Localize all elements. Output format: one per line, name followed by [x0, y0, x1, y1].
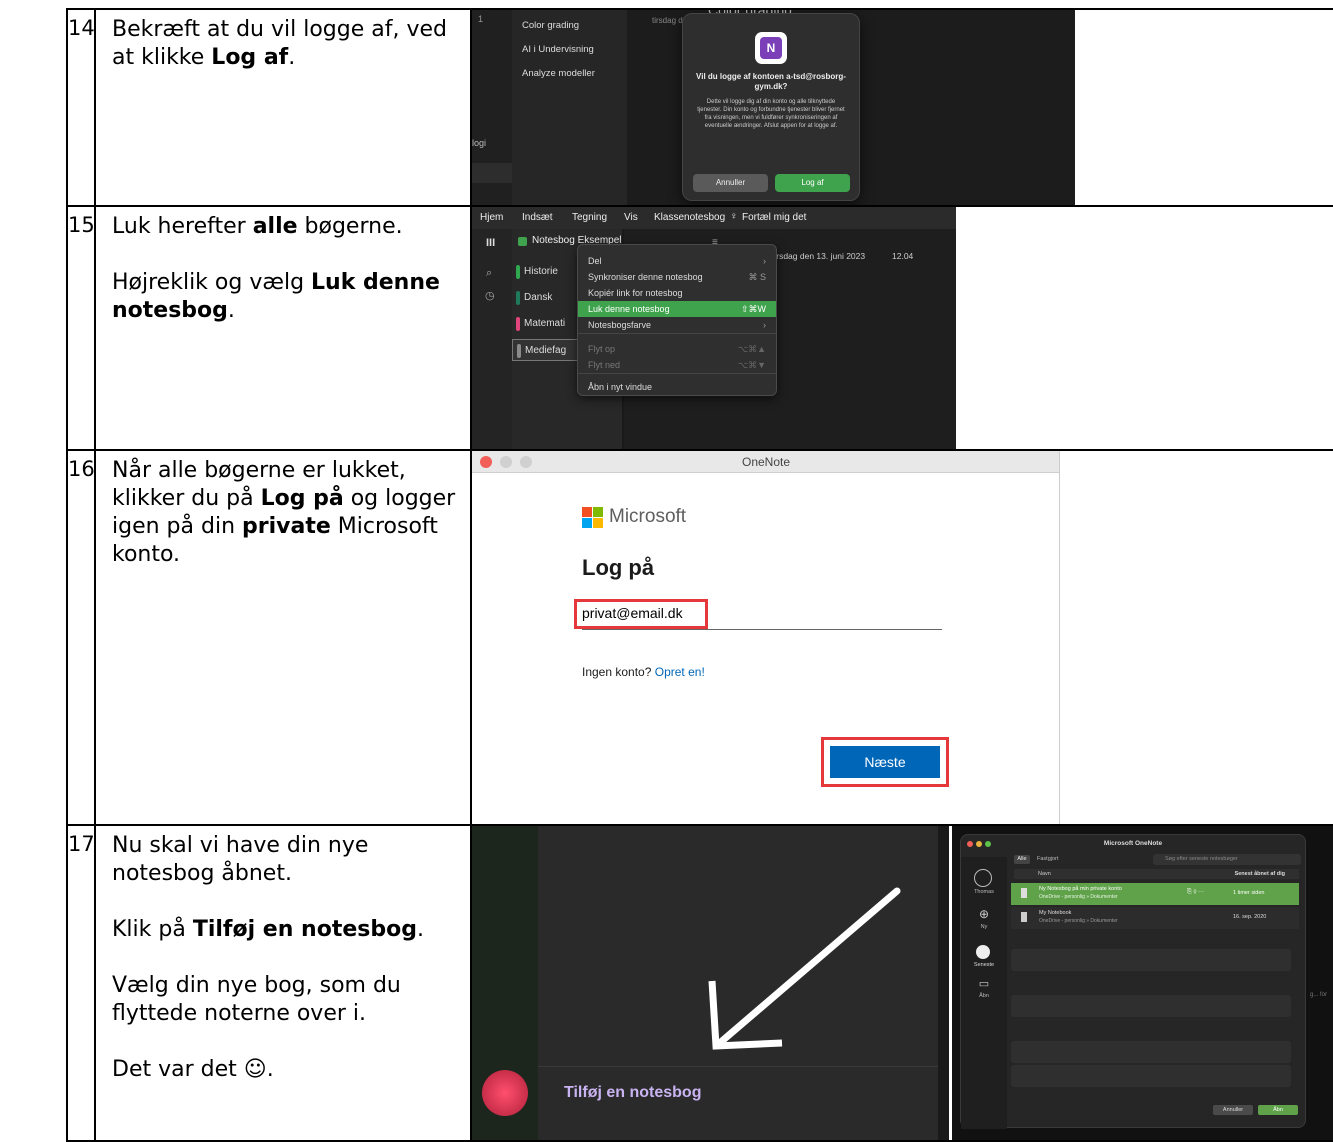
onenote-window: Microsoft OneNote Thomas ⊕ Ny Seneste ▭ … — [960, 834, 1306, 1129]
logout-dialog: N Vil du logge af kontoen a-tsd@rosborg-… — [682, 13, 860, 201]
section-list: Color grading AI i Undervisning Analyze … — [512, 10, 627, 205]
side-fragment: g... for — [1310, 992, 1328, 998]
account-avatar[interactable] — [482, 1070, 528, 1116]
ribbon: Hjem Indsæt Tegning Vis Klassenotesbog ♀… — [472, 207, 956, 229]
window-titlebar: OneNote — [472, 451, 1059, 473]
step-text: Når alle bøgerne er lukket, klikker du p… — [94, 449, 472, 826]
next-button[interactable]: Næste — [830, 746, 940, 778]
menu-item-move-down[interactable]: Flyt ned ⌥⌘▼ — [578, 357, 776, 373]
search-recent-input[interactable]: Søg efter seneste notesbøger — [1153, 854, 1301, 865]
step-number: 16 — [66, 449, 96, 826]
onenote-app-icon: N — [755, 32, 787, 64]
step-text-bold: Log af — [211, 45, 289, 70]
arrow-pointer-icon — [708, 887, 901, 1050]
section-item[interactable]: AI i Undervisning — [522, 44, 594, 55]
menu-item-copy-link[interactable]: Kopiér link for notesbog — [578, 285, 776, 301]
recent-notebooks-screenshot: Microsoft OneNote Thomas ⊕ Ny Seneste ▭ … — [952, 826, 1333, 1140]
step-row-16: 16 Når alle bøgerne er lukket, klikker d… — [66, 449, 1333, 826]
step-number: 17 — [66, 824, 96, 1142]
step-number: 14 — [66, 8, 96, 207]
step-number: 15 — [66, 205, 96, 451]
lightbulb-icon: ♀ — [730, 211, 738, 222]
notebooks-icon[interactable]: III — [486, 237, 495, 249]
app-title: Microsoft OneNote — [1103, 840, 1163, 847]
window-title: OneNote — [741, 455, 791, 469]
list-header: Navn Senest åbnet af dig — [1014, 869, 1299, 879]
menu-separator — [578, 373, 776, 374]
screenshot-cell: Hjem Indsæt Tegning Vis Klassenotesbog ♀… — [470, 205, 1333, 451]
left-selected — [472, 163, 512, 183]
menu-item-share[interactable]: Del › — [578, 253, 776, 269]
page-date: tirsdag den 13. juni 2023 — [772, 251, 866, 261]
menu-separator — [578, 333, 776, 334]
close-notebook-screenshot: Hjem Indsæt Tegning Vis Klassenotesbog ♀… — [472, 207, 956, 449]
account-icon[interactable] — [974, 869, 992, 887]
menu-item-sync[interactable]: Synkroniser denne notesbog ⌘ S — [578, 269, 776, 285]
dialog-body: Dette vil logge dig af din konto og alle… — [697, 99, 845, 129]
ribbon-tab[interactable]: Tegning — [572, 212, 607, 223]
nav-rail: III ⌕ ◷ — [472, 229, 512, 449]
step-text: Nu skal vi have din nye notesbog åbnet. … — [94, 824, 472, 1142]
clock-icon[interactable]: ◷ — [485, 289, 495, 302]
left-pane: logi 1 — [472, 10, 512, 205]
new-icon[interactable]: ⊕ — [961, 907, 1007, 921]
step-row-14: 14 Bekræft at du vil logge af, ved at kl… — [66, 8, 1333, 207]
filter-all[interactable]: Alle — [1014, 855, 1030, 864]
screenshot-cell: OneNote Microsoft Log på privat@email.dk… — [470, 449, 1333, 826]
email-field[interactable]: privat@email.dk — [582, 605, 683, 621]
recent-clock-icon[interactable] — [976, 945, 990, 959]
step-row-17: 17 Nu skal vi have din nye notesbog åbne… — [66, 824, 1333, 1142]
dialog-title: Vil du logge af kontoen a-tsd@rosborg-gy… — [696, 72, 846, 91]
ribbon-tab[interactable]: Indsæt — [522, 212, 553, 223]
search-icon[interactable]: ⌕ — [486, 267, 492, 280]
filter-pinned[interactable]: Fastgjort — [1037, 856, 1058, 862]
side-nav: Thomas ⊕ Ny Seneste ▭ Åbn — [961, 857, 1007, 1129]
notebook-icon — [1021, 888, 1027, 898]
brand-name: Microsoft — [609, 506, 687, 527]
add-notebook-button[interactable]: Tilføj en notesbog — [564, 1084, 701, 1102]
step-text-part: . — [288, 45, 296, 70]
steps-table: 14 Bekræft at du vil logge af, ved at kl… — [66, 8, 1333, 1142]
recent-item-selected[interactable]: Ny Notesbog på min private konto OneDriv… — [1011, 883, 1299, 905]
left-fragment: logi — [472, 138, 487, 148]
ribbon-tab[interactable]: Klassenotesbog — [654, 212, 725, 223]
create-account-link[interactable]: Opret en! — [655, 665, 705, 679]
step-text: Luk herefter alle bøgerne. Højreklik og … — [94, 205, 472, 451]
signin-screenshot: OneNote Microsoft Log på privat@email.dk… — [472, 451, 1060, 824]
section-item[interactable]: Analyze modeller — [522, 68, 595, 79]
menu-item-move-up[interactable]: Flyt op ⌥⌘▲ — [578, 341, 776, 357]
add-notebook-screenshot: Tilføj en notesbog — [472, 826, 949, 1140]
page-time: 12.04 — [892, 251, 914, 261]
section-item[interactable]: Color grading — [522, 20, 579, 31]
ribbon-tab[interactable]: Hjem — [480, 212, 503, 223]
cancel-button[interactable]: Annuller — [1213, 1105, 1253, 1115]
folder-icon[interactable]: ▭ — [961, 977, 1007, 990]
left-marker: 1 — [478, 14, 484, 24]
step-row-15: 15 Luk herefter alle bøgerne. Højreklik … — [66, 205, 1333, 451]
item-actions-icon[interactable]: ⎘ ⚲ ··· — [1187, 889, 1204, 896]
logout-screenshot: logi 1 Color grading AI i Undervisning A… — [472, 10, 1075, 205]
signin-heading: Log på — [582, 555, 655, 580]
menu-item-color[interactable]: Notesbogsfarve › — [578, 317, 776, 333]
menu-item-open-new-window[interactable]: Åbn i nyt vindue — [578, 379, 776, 395]
screenshot-cell: logi 1 Color grading AI i Undervisning A… — [470, 8, 1333, 207]
ribbon-tab[interactable]: Vis — [624, 212, 638, 223]
log-off-button[interactable]: Log af — [775, 174, 850, 192]
tell-me-field[interactable]: Fortæl mig det — [742, 212, 806, 223]
open-button[interactable]: Åbn — [1258, 1105, 1298, 1115]
menu-item-close-notebook[interactable]: Luk denne notesbog ⇧⌘W — [578, 301, 776, 317]
date-fragment: tirsdag d — [652, 16, 683, 25]
cancel-button[interactable]: Annuller — [693, 174, 768, 192]
context-menu: Del › Synkroniser denne notesbog ⌘ S Kopié… — [577, 244, 777, 396]
notebook-icon — [518, 237, 527, 246]
step-text: Bekræft at du vil logge af, ved at klikk… — [94, 8, 472, 207]
no-account-text: Ingen konto? Opret en! — [582, 665, 705, 679]
microsoft-logo — [582, 507, 604, 529]
screenshot-cell: Tilføj en notesbog Microsoft OneNote Tho… — [470, 824, 1333, 1142]
instruction-document: 14 Bekræft at du vil logge af, ved at kl… — [66, 8, 1333, 1142]
recent-item[interactable]: My Notebook OneDrive - personlig » Dokum… — [1011, 907, 1299, 929]
notebook-icon — [1021, 912, 1027, 922]
